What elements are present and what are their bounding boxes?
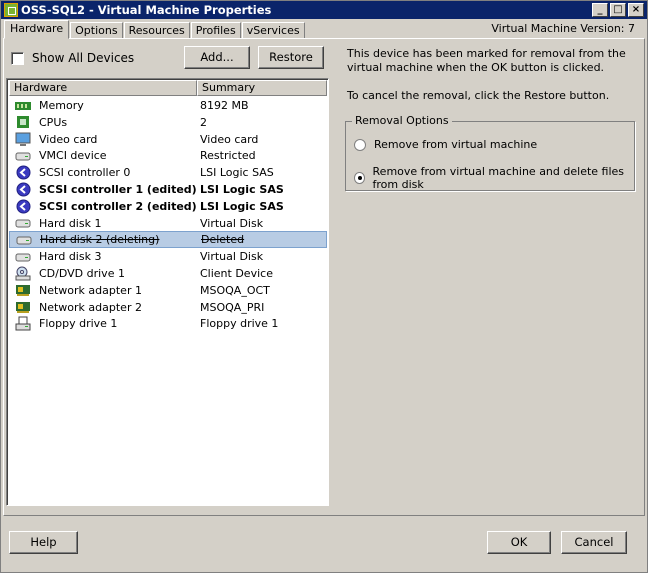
scsi-icon [15, 182, 31, 197]
hard-disk-icon [15, 216, 31, 230]
monitor-icon [15, 132, 31, 146]
title-bar[interactable]: OSS-SQL2 - Virtual Machine Properties _ … [1, 1, 647, 19]
hardware-name: Network adapter 2 [39, 300, 142, 314]
table-row[interactable]: Hard disk 1 Virtual Disk [9, 215, 327, 232]
tab-bar: Hardware Options Resources Profiles vSer… [4, 20, 306, 39]
table-row[interactable]: SCSI controller 2 (edited) LSI Logic SAS [9, 198, 327, 215]
hard-disk-icon [16, 233, 32, 247]
radio-label: Remove from virtual machine and delete f… [372, 165, 625, 191]
vsphere-app-icon [4, 3, 18, 17]
remove-and-delete-radio[interactable]: Remove from virtual machine and delete f… [354, 165, 634, 191]
tab-vservices[interactable]: vServices [241, 22, 305, 39]
table-row[interactable]: Hard disk 3 Virtual Disk [9, 248, 327, 265]
table-row[interactable]: Hard disk 2 (deleting) Deleted [9, 231, 327, 249]
hardware-name: Floppy drive 1 [39, 317, 118, 331]
table-row[interactable]: CD/DVD drive 1 Client Device [9, 265, 327, 282]
removal-description: This device has been marked for removal … [347, 47, 637, 103]
hardware-summary: Virtual Disk [200, 250, 264, 264]
vm-version-label: Virtual Machine Version: 7 [491, 22, 635, 35]
device-icon [15, 149, 31, 163]
column-header-summary[interactable]: Summary [197, 80, 327, 96]
cd-dvd-icon [15, 266, 31, 281]
hardware-summary: 2 [200, 115, 207, 129]
removal-options-group: Removal Options Remove from virtual mach… [345, 114, 635, 191]
network-adapter-icon [15, 300, 31, 314]
hardware-list[interactable]: Hardware Summary Memory 8192 MB CPUs 2 Video… [6, 78, 329, 506]
removal-options-title: Removal Options [352, 114, 452, 127]
tab-resources[interactable]: Resources [123, 22, 190, 39]
column-header-hardware[interactable]: Hardware [9, 80, 197, 96]
hardware-summary: LSI Logic SAS [200, 166, 274, 180]
table-row[interactable]: Memory 8192 MB [9, 97, 327, 114]
tab-hardware[interactable]: Hardware [4, 20, 70, 39]
hard-disk-icon [15, 250, 31, 264]
hardware-name: Hard disk 2 (deleting) [40, 233, 160, 247]
hardware-name: SCSI controller 2 (edited) [39, 199, 197, 213]
hardware-name: VMCI device [39, 149, 107, 163]
table-row[interactable]: SCSI controller 1 (edited) LSI Logic SAS [9, 181, 327, 198]
hardware-summary: Virtual Disk [200, 216, 264, 230]
show-all-devices-checkbox[interactable]: Show All Devices [11, 51, 134, 65]
close-button[interactable]: × [628, 3, 644, 17]
hardware-summary: MSOQA_OCT [200, 283, 270, 297]
hardware-summary: 8192 MB [200, 99, 249, 112]
hardware-summary: Deleted [201, 233, 245, 247]
vm-properties-window: OSS-SQL2 - Virtual Machine Properties _ … [0, 0, 648, 573]
maximize-button[interactable]: □ [610, 3, 626, 17]
hardware-name: Video card [39, 132, 98, 146]
table-row[interactable]: Network adapter 1 MSOQA_OCT [9, 282, 327, 299]
cancel-button[interactable]: Cancel [561, 531, 627, 554]
table-row[interactable]: SCSI controller 0 LSI Logic SAS [9, 164, 327, 181]
table-row[interactable]: CPUs 2 [9, 114, 327, 131]
remove-from-vm-radio[interactable]: Remove from virtual machine [354, 138, 537, 151]
hardware-summary: LSI Logic SAS [200, 199, 284, 213]
network-adapter-icon [15, 283, 31, 297]
hardware-name: SCSI controller 0 [39, 166, 131, 180]
restore-hint: To cancel the removal, click the Restore… [347, 89, 610, 102]
table-row[interactable]: Video card Video card [9, 131, 327, 148]
ok-button[interactable]: OK [487, 531, 551, 554]
scsi-icon [15, 199, 31, 214]
radio-label: Remove from virtual machine [374, 138, 538, 151]
memory-icon [15, 99, 31, 113]
table-row[interactable]: Network adapter 2 MSOQA_PRI [9, 299, 327, 316]
tab-profiles[interactable]: Profiles [190, 22, 241, 39]
tab-options[interactable]: Options [70, 22, 123, 39]
hardware-name: Hard disk 3 [39, 250, 102, 264]
checkbox-box[interactable] [11, 51, 24, 65]
hardware-name: CPUs [39, 115, 68, 129]
hardware-summary: LSI Logic SAS [200, 183, 284, 196]
hardware-name: SCSI controller 1 (edited) [39, 183, 197, 196]
hardware-name: Network adapter 1 [39, 283, 142, 297]
hardware-name: CD/DVD drive 1 [39, 267, 125, 280]
table-row[interactable]: Floppy drive 1 Floppy drive 1 [9, 315, 327, 332]
window-title: OSS-SQL2 - Virtual Machine Properties [21, 3, 272, 17]
help-button[interactable]: Help [9, 531, 78, 554]
hardware-summary: Floppy drive 1 [200, 317, 279, 331]
scsi-icon [15, 165, 31, 180]
table-row[interactable]: VMCI device Restricted [9, 147, 327, 164]
radio-button[interactable] [354, 138, 366, 151]
hardware-name: Hard disk 1 [39, 216, 102, 230]
hardware-summary: MSOQA_PRI [200, 300, 265, 314]
restore-button[interactable]: Restore [258, 46, 324, 69]
removal-message: This device has been marked for removal … [347, 47, 626, 74]
add-button[interactable]: Add... [184, 46, 250, 69]
hardware-summary: Client Device [200, 267, 273, 280]
hardware-name: Memory [39, 99, 84, 112]
minimize-button[interactable]: _ [592, 3, 608, 17]
list-header: Hardware Summary [9, 80, 327, 96]
show-all-devices-label: Show All Devices [32, 51, 135, 65]
cpu-icon [15, 115, 31, 129]
floppy-icon [15, 316, 31, 331]
hardware-summary: Restricted [200, 149, 256, 163]
hardware-summary: Video card [200, 132, 259, 146]
radio-button-selected[interactable] [354, 172, 365, 184]
